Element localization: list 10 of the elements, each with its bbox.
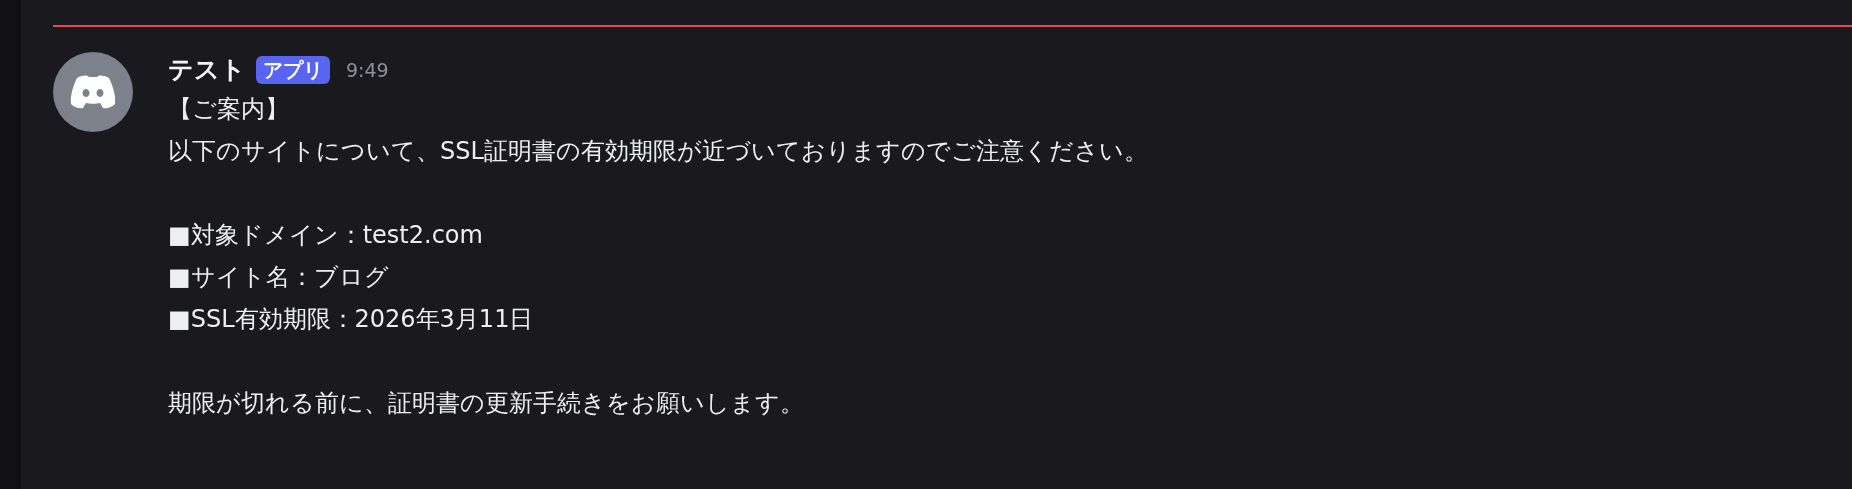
message-line: 期限が切れる前に、証明書の更新手続きをお願いします。 — [168, 388, 805, 419]
message-line: ■サイト名：ブログ — [168, 262, 390, 293]
timestamp: 9:49 — [346, 57, 389, 83]
message-line: ■対象ドメイン：test2.com — [168, 220, 484, 251]
message-line: ■SSL有効期限：2026年3月11日 — [168, 304, 535, 335]
controller-icon — [69, 74, 117, 110]
app-tag: アプリ — [256, 56, 330, 84]
author-name[interactable]: テスト — [168, 51, 246, 89]
message-line: 【ご案内】 — [168, 94, 290, 125]
message-line: 以下のサイトについて、SSL証明書の有効期限が近づいておりますのでご注意ください。 — [168, 136, 1148, 167]
